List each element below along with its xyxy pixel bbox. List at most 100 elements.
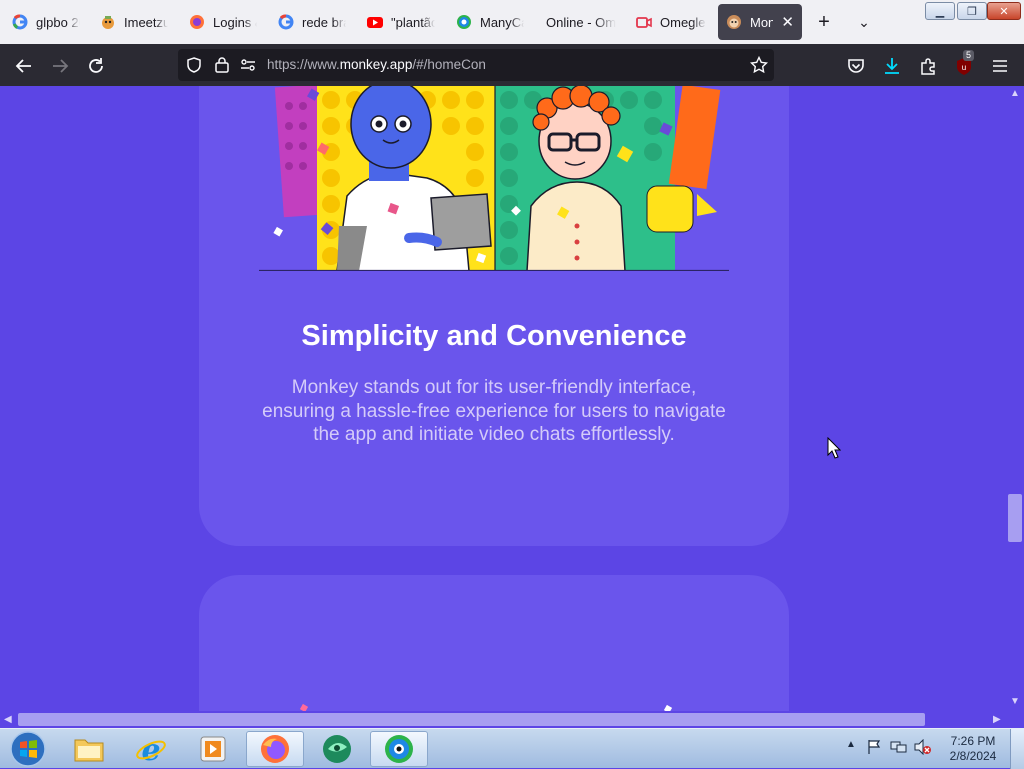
puzzle-icon [921, 58, 935, 75]
horizontal-scroll-thumb[interactable] [18, 713, 925, 726]
tab-label: Imeetzu [124, 14, 168, 30]
card-description: Monkey stands out for its user-friendly … [262, 377, 726, 445]
window-close-button[interactable]: ✕ [987, 2, 1021, 20]
tab-manycam[interactable]: ManyCa [448, 4, 532, 40]
url-domain: monkey.app [339, 57, 413, 72]
chat-illustration [259, 86, 729, 271]
windows-logo-icon [10, 731, 46, 767]
url-path: /#/homeCon [412, 57, 486, 72]
google-icon [278, 14, 294, 30]
scroll-down-arrow[interactable]: ▼ [1010, 696, 1020, 707]
action-center-flag-icon[interactable] [866, 739, 882, 755]
tab-rede-bra[interactable]: rede bra [270, 4, 354, 40]
tab-monkey-active[interactable]: Monk ✕ [718, 4, 802, 40]
green-app-button[interactable] [308, 731, 366, 767]
google-icon [12, 14, 28, 30]
show-desktop-button[interactable] [1010, 729, 1024, 769]
folder-icon [74, 739, 104, 762]
page-viewport: Simplicity and Convenience Monkey stands… [0, 86, 1006, 711]
bookmark-star-icon[interactable] [750, 56, 768, 74]
start-button[interactable] [2, 731, 54, 767]
media-player-button[interactable] [184, 731, 242, 767]
close-tab-icon[interactable]: ✕ [781, 13, 794, 31]
url-text[interactable]: https://www.monkey.app/#/homeCon [267, 57, 486, 72]
tab-logins[interactable]: Logins & [181, 4, 265, 40]
reload-icon [89, 58, 103, 73]
manycam-icon [385, 735, 413, 763]
imeetzu-icon [100, 14, 116, 30]
scroll-right-arrow[interactable]: ▶ [993, 714, 1001, 725]
new-tab-button[interactable]: + [812, 10, 836, 34]
pocket-button[interactable] [842, 52, 870, 80]
lock-icon[interactable] [214, 56, 230, 73]
next-feature-card [199, 575, 789, 711]
horizontal-scrollbar[interactable]: ◀ ▶ [0, 711, 1024, 728]
vertical-scrollbar[interactable]: ▲ ▼ [1006, 86, 1024, 711]
svg-text:u: u [962, 63, 966, 72]
clock-time: 7:26 PM [950, 734, 996, 748]
scroll-up-arrow[interactable]: ▲ [1010, 88, 1020, 99]
ublock-button[interactable]: u 5 [950, 50, 978, 80]
download-icon [885, 58, 899, 74]
network-icon[interactable] [890, 739, 908, 755]
vertical-scroll-thumb[interactable] [1008, 494, 1022, 542]
list-tabs-button[interactable]: ⌄ [852, 10, 876, 34]
feature-card: Simplicity and Convenience Monkey stands… [199, 86, 789, 546]
youtube-icon [367, 14, 383, 30]
manycam-taskbar-button[interactable] [370, 731, 428, 767]
address-bar[interactable]: https://www.monkey.app/#/homeCon [178, 49, 774, 81]
media-player-icon [200, 736, 226, 762]
tracking-shield-icon[interactable] [186, 57, 202, 73]
tab-plantao[interactable]: "plantão [359, 4, 443, 40]
mouse-cursor-icon [827, 437, 841, 459]
card-confetti [299, 703, 673, 711]
monkey-icon [726, 14, 742, 30]
tab-online-omegle[interactable]: Online - Om [538, 4, 624, 40]
windows-taskbar: e ▲ 7:26 PM 2/8/2024 [0, 728, 1024, 769]
extensions-button[interactable] [914, 52, 942, 80]
navigation-toolbar: https://www.monkey.app/#/homeCon u 5 [0, 44, 1024, 86]
tab-label: glpbo 20 [36, 14, 80, 30]
video-icon [636, 14, 652, 30]
show-hidden-icons-arrow[interactable]: ▲ [846, 739, 856, 750]
scroll-left-arrow[interactable]: ◀ [4, 714, 12, 725]
back-button[interactable] [10, 52, 38, 80]
url-prefix: https://www. [267, 57, 340, 72]
app-green-icon [323, 735, 351, 763]
forward-arrow-icon [53, 59, 69, 73]
tab-label: ManyCa [480, 14, 524, 30]
tab-label: "plantão [391, 14, 435, 30]
back-arrow-icon [15, 59, 31, 73]
pocket-icon [848, 59, 864, 73]
manycam-icon [456, 14, 472, 30]
downloads-button[interactable] [878, 52, 906, 80]
internet-explorer-button[interactable]: e [122, 731, 180, 767]
tab-imeetzu[interactable]: Imeetzu [92, 4, 176, 40]
file-explorer-button[interactable] [60, 731, 118, 767]
browser-tab-strip: glpbo 20 Imeetzu Logins & rede bra "plan… [0, 0, 1024, 44]
firefox-taskbar-button[interactable] [246, 731, 304, 767]
clock-date: 2/8/2024 [949, 749, 997, 763]
hamburger-menu-icon [993, 60, 1007, 72]
tab-label: rede bra [302, 14, 346, 30]
restore-button[interactable]: ❐ [957, 2, 987, 20]
tab-glpbo[interactable]: glpbo 20 [4, 4, 88, 40]
internet-explorer-icon: e [136, 733, 166, 765]
menu-button[interactable] [986, 52, 1014, 80]
extension-badge: 5 [963, 50, 975, 61]
firefox-icon [261, 735, 289, 763]
volume-muted-icon[interactable] [914, 739, 932, 755]
card-title: Simplicity and Convenience [301, 320, 687, 352]
tab-label: Omegle [660, 14, 706, 30]
forward-button[interactable] [46, 52, 74, 80]
svg-text:e: e [141, 733, 160, 765]
permissions-icon[interactable] [240, 57, 256, 73]
firefox-icon [189, 14, 205, 30]
tab-label: Monk [750, 14, 774, 30]
minimize-button[interactable]: ▁ [925, 2, 955, 20]
system-clock[interactable]: 7:26 PM 2/8/2024 [942, 734, 1004, 764]
tab-omegle[interactable]: Omegle [628, 4, 714, 40]
reload-button[interactable] [82, 52, 110, 80]
tab-label: Logins & [213, 14, 257, 30]
tab-label: Online - Om [546, 14, 616, 30]
